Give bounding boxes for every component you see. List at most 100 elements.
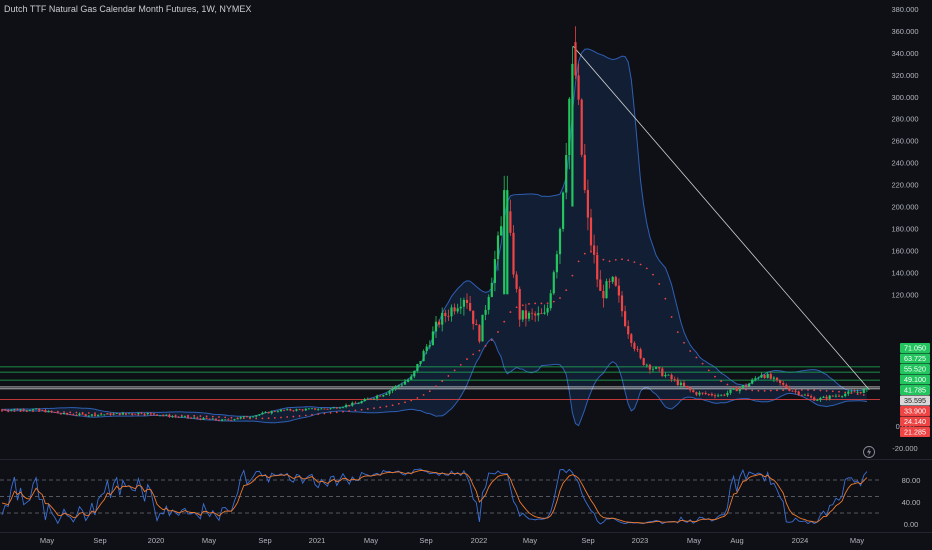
candle-body bbox=[493, 259, 496, 283]
candle-body bbox=[490, 282, 493, 297]
candle-body bbox=[363, 399, 366, 402]
sar-dot-94 bbox=[292, 415, 295, 418]
sar-dot-212 bbox=[658, 283, 661, 285]
candle-body bbox=[735, 388, 738, 392]
sar-dot-248 bbox=[769, 389, 772, 392]
candle-body bbox=[329, 408, 332, 410]
candle-body bbox=[348, 404, 351, 406]
candle-body bbox=[531, 312, 534, 314]
sar-dot-76 bbox=[236, 417, 239, 419]
candle-body bbox=[537, 312, 540, 316]
sar-dot-60 bbox=[187, 414, 189, 417]
candle-body bbox=[10, 409, 13, 411]
candle-body bbox=[617, 285, 620, 296]
price-badge-2: 55.520 bbox=[900, 364, 930, 375]
candle-245 bbox=[760, 372, 763, 379]
y-tick-label: 160.000 bbox=[891, 246, 918, 255]
candle-body bbox=[769, 374, 772, 379]
candle-body bbox=[527, 312, 531, 319]
sar-dot-158 bbox=[490, 339, 493, 342]
candle-body bbox=[413, 370, 416, 377]
candle-body bbox=[726, 392, 729, 396]
candle-body bbox=[645, 364, 648, 366]
candle-body bbox=[673, 379, 676, 380]
sar-dot-38 bbox=[118, 413, 121, 416]
badge-label: 35.595 bbox=[904, 396, 926, 405]
sar-dot-88 bbox=[273, 416, 276, 419]
candle-body bbox=[137, 412, 140, 414]
candle-body bbox=[521, 310, 524, 320]
y-tick-label: 240.000 bbox=[891, 159, 918, 168]
candle-body bbox=[630, 334, 633, 343]
candle-body bbox=[217, 420, 221, 421]
candle-body bbox=[239, 417, 242, 419]
candle-body bbox=[183, 416, 186, 418]
sar-dot-118 bbox=[366, 408, 369, 410]
candle-body bbox=[847, 391, 850, 394]
candle-body bbox=[627, 326, 630, 335]
candle-body bbox=[664, 374, 667, 377]
sar-dot-112 bbox=[348, 410, 351, 412]
sar-dot-146 bbox=[453, 369, 456, 372]
candle-body bbox=[772, 377, 775, 379]
sar-dot-86 bbox=[267, 417, 270, 420]
candle-body bbox=[252, 416, 255, 418]
badge-label: 63.725 bbox=[904, 354, 926, 363]
candle-body bbox=[369, 398, 372, 400]
candle-body bbox=[496, 235, 500, 260]
sar-dot-258 bbox=[800, 389, 803, 391]
candle-body bbox=[484, 309, 487, 315]
y-tick-label: 120.000 bbox=[891, 290, 918, 299]
sar-dot-4 bbox=[13, 410, 16, 413]
sar-dot-64 bbox=[199, 415, 202, 417]
sar-dot-166 bbox=[515, 306, 518, 309]
time-axis[interactable]: May Sep 2020 May Sep 2021 May Sep 2022 May Sep 2023… bbox=[40, 536, 864, 545]
candle-132 bbox=[410, 373, 413, 381]
candle-body bbox=[109, 413, 112, 415]
x-tick-label: Sep bbox=[93, 536, 106, 545]
candle-body bbox=[134, 413, 137, 415]
candle-body bbox=[332, 407, 335, 409]
sar-dot-174 bbox=[540, 302, 543, 305]
candle-body bbox=[655, 367, 658, 369]
sar-dot-160 bbox=[497, 331, 499, 333]
sar-dot-92 bbox=[286, 416, 289, 418]
y-tick-label: 220.000 bbox=[891, 181, 918, 190]
candle-body bbox=[549, 293, 552, 309]
sar-dot-130 bbox=[404, 401, 406, 404]
candle-body bbox=[859, 391, 862, 393]
candle-body bbox=[782, 382, 785, 385]
candle-body bbox=[465, 299, 469, 304]
price-chart[interactable]: 380.000 360.000 340.000 320.000 300.000 280.0… bbox=[0, 0, 932, 550]
candle-body bbox=[816, 400, 819, 401]
candle-body bbox=[658, 367, 661, 369]
candle-body bbox=[825, 396, 828, 399]
candle-body bbox=[692, 390, 695, 393]
sar-dot-240 bbox=[745, 388, 747, 391]
candle-body bbox=[580, 99, 583, 155]
sar-dot-62 bbox=[193, 414, 196, 417]
candle-body bbox=[456, 308, 459, 312]
candle-139 bbox=[431, 326, 434, 346]
x-tick-label: May bbox=[850, 536, 864, 545]
price-badge-3: 49.100 bbox=[900, 374, 930, 385]
candle-207 bbox=[642, 357, 645, 366]
sar-dot-84 bbox=[261, 417, 264, 420]
candle-body bbox=[379, 395, 382, 397]
candle-body bbox=[66, 413, 69, 415]
sar-dot-128 bbox=[397, 402, 400, 405]
price-axis[interactable]: 380.000 360.000 340.000 320.000 300.000 280.0… bbox=[891, 5, 920, 529]
stoch-tick-label: 80.00 bbox=[902, 476, 921, 485]
candle-body bbox=[152, 413, 155, 415]
sar-dot-22 bbox=[69, 411, 72, 414]
candle-body bbox=[602, 290, 605, 299]
candle-body bbox=[100, 414, 103, 416]
sar-dot-48 bbox=[149, 414, 152, 416]
candle-body bbox=[372, 398, 376, 400]
candle-body bbox=[385, 393, 388, 396]
candle-242 bbox=[751, 377, 754, 385]
price-badge-8: 21.285 bbox=[900, 427, 930, 438]
candle-body bbox=[453, 307, 456, 312]
candle-body bbox=[193, 417, 196, 419]
candle-body bbox=[211, 418, 214, 420]
